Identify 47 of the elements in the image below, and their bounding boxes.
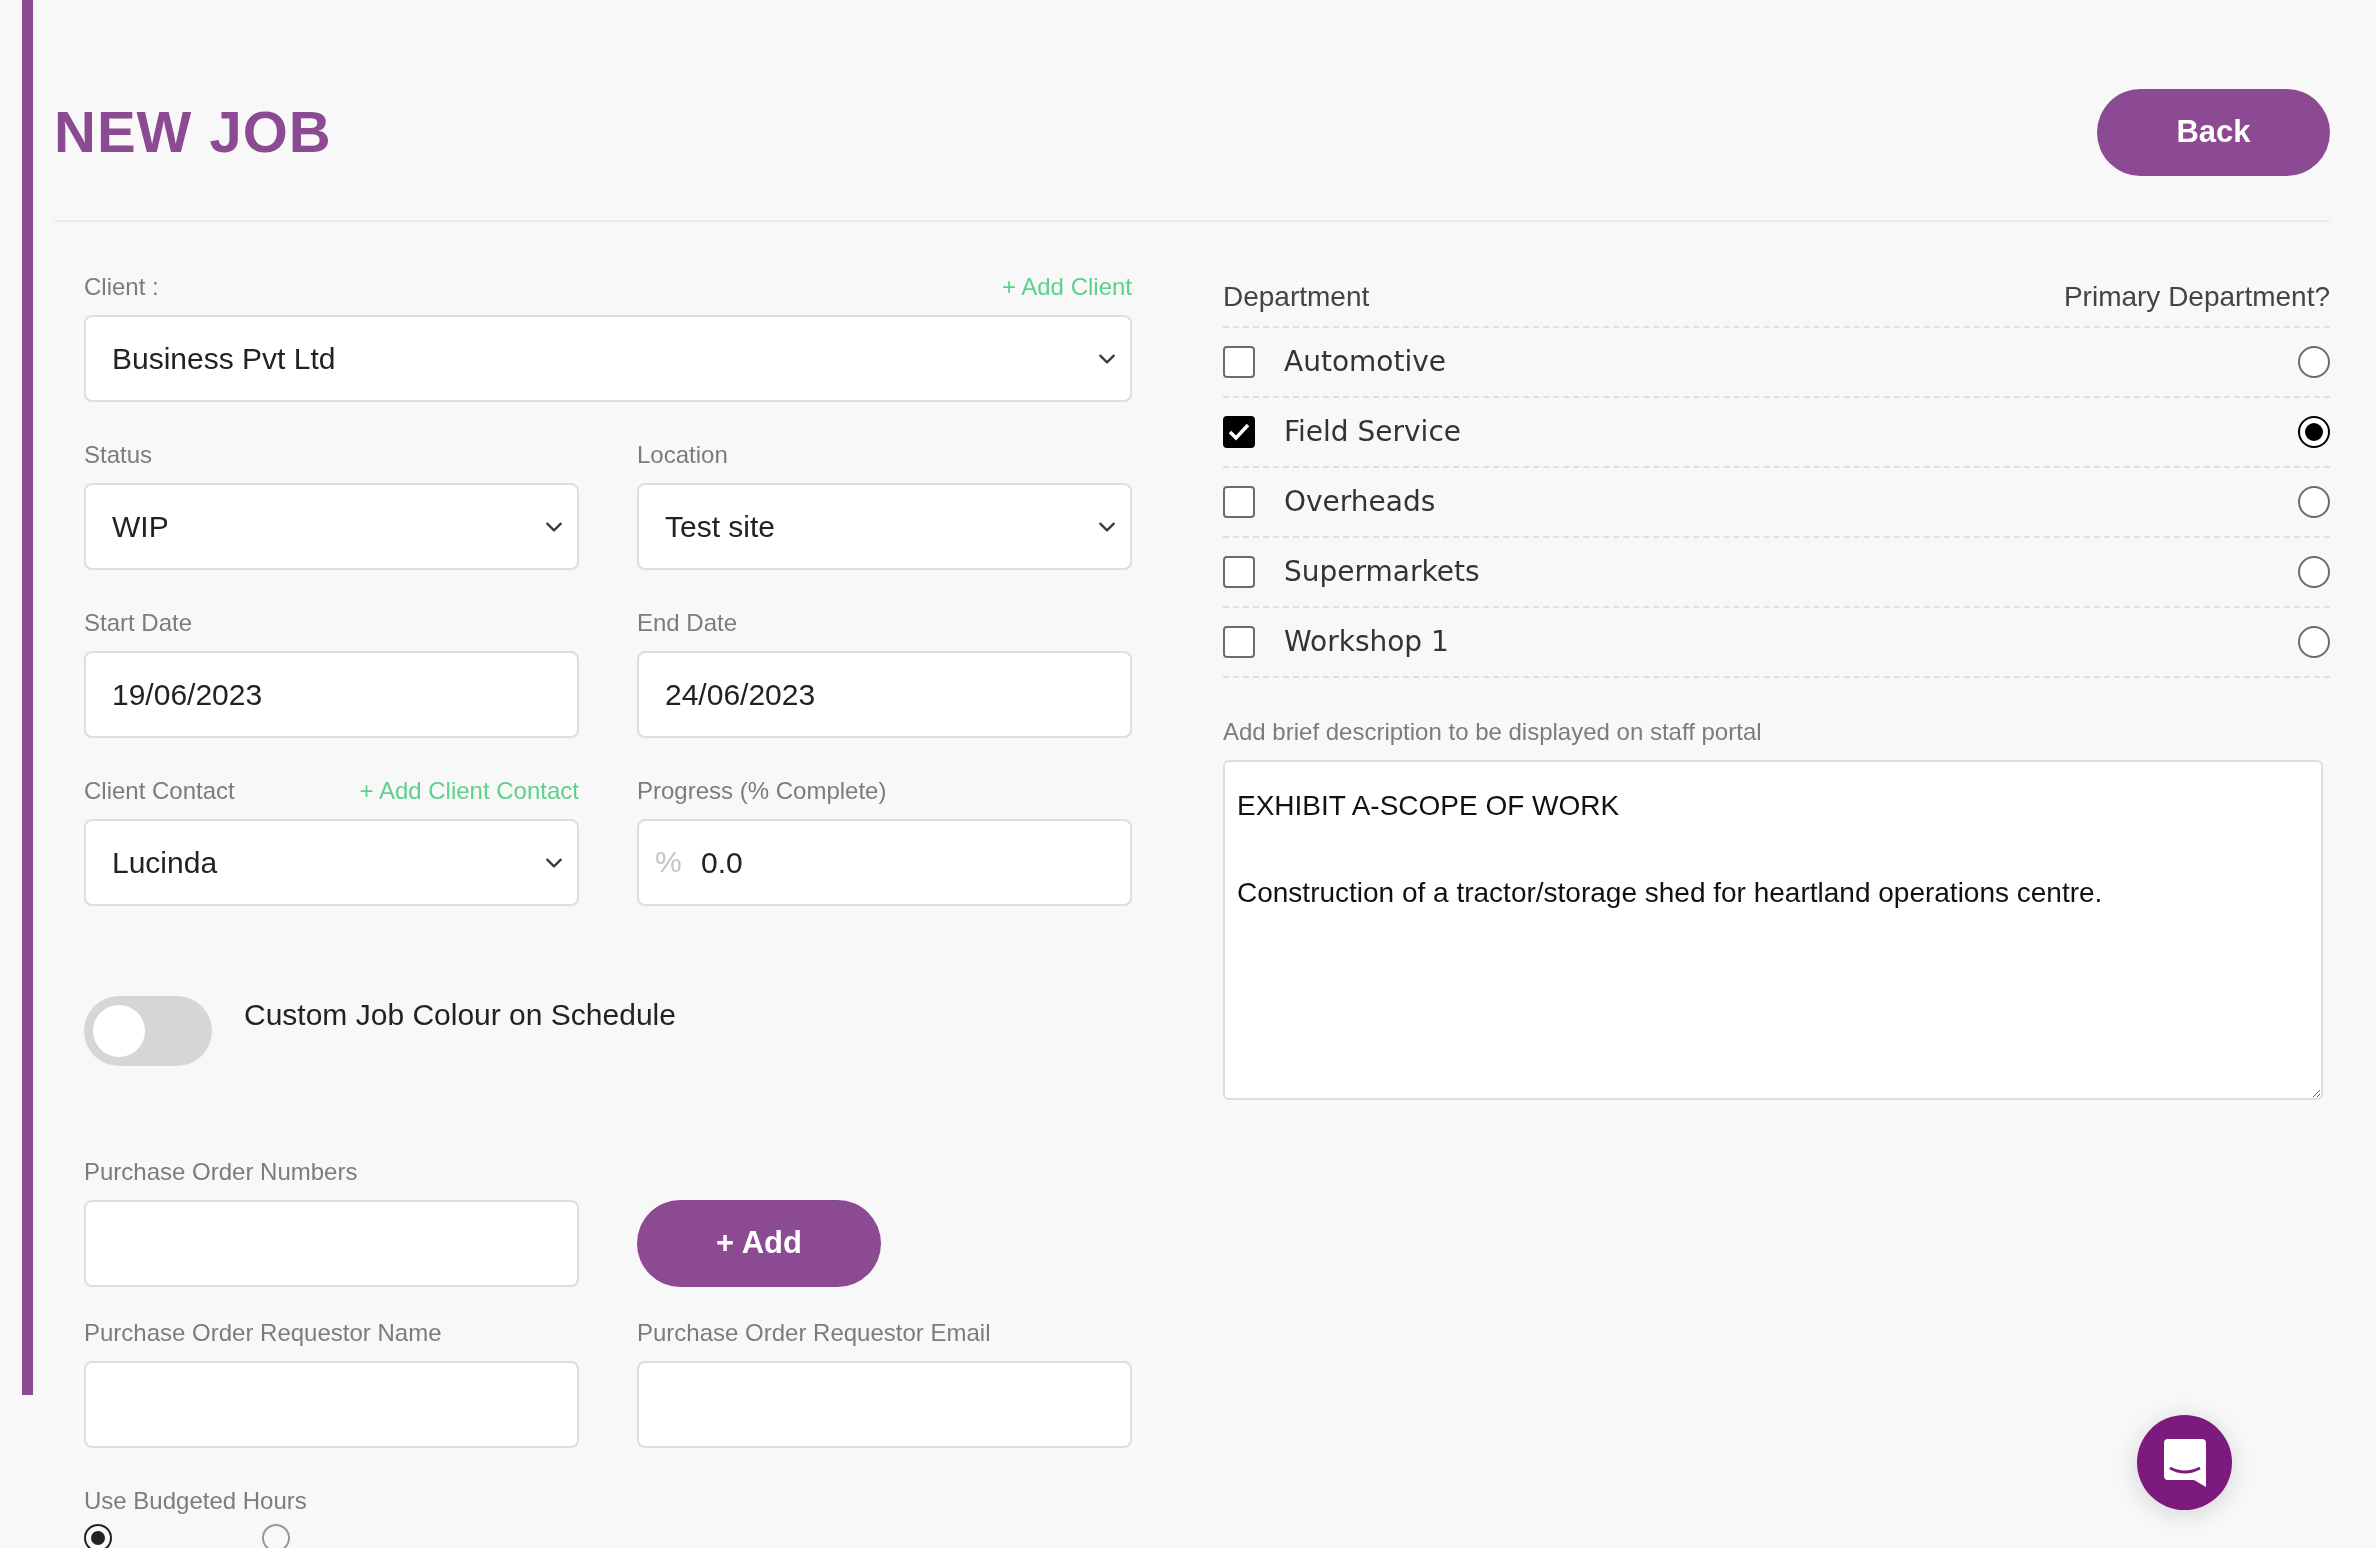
radio-button[interactable] [2298,416,2330,448]
field-label: Purchase Order Numbers [84,1157,358,1187]
department-name: Field Service [1284,414,1461,450]
checkbox[interactable] [1223,486,1255,518]
field-label: Client : [84,272,159,302]
purchase-order-field[interactable] [84,1200,579,1287]
toggle-label: Custom Job Colour on Schedule [244,997,676,1033]
radio-button[interactable] [2298,626,2330,658]
checkbox[interactable] [1223,346,1255,378]
field-label: Purchase Order Requestor Name [84,1318,442,1348]
field-label: Location [637,440,728,470]
radio-button[interactable] [262,1524,290,1548]
status-select[interactable]: WIP [84,483,579,570]
client-select[interactable]: Business Pvt Ltd [84,315,1132,402]
chat-bubble-icon [2163,1438,2206,1487]
percent-sign: % [655,845,682,879]
requestor-name-field[interactable] [84,1361,579,1448]
requestor-email-field[interactable] [637,1361,1132,1448]
department-name: Overheads [1284,484,1436,520]
department-name: Workshop 1 [1284,624,1449,660]
checkbox[interactable] [1223,626,1255,658]
field-label: Add brief description to be displayed on staff portal [1223,717,1763,747]
field-label: Status [84,440,153,470]
field-label: Start Date [84,608,193,638]
department-name: Supermarkets [1284,554,1480,590]
client-contact-select[interactable]: Lucinda [84,819,579,906]
field-label: End Date [637,608,738,638]
radio-button[interactable] [2298,346,2330,378]
column-header: Primary Department? [2063,280,2330,314]
end-date-field[interactable]: 24/06/2023 [637,651,1132,738]
page-title: NEW JOB [54,98,332,167]
back-button[interactable]: Back [2097,88,2330,176]
radio-button[interactable] [2298,486,2330,518]
add-button[interactable]: + Add [637,1200,881,1287]
description-field[interactable]: EXHIBIT A-SCOPE OF WORK Construction of a tractor/storage shed for heartland operations centre. [1223,760,2323,1100]
checkbox[interactable] [1223,416,1255,448]
column-header: Department [1223,280,1370,314]
checkbox[interactable] [1223,556,1255,588]
department-name: Automotive [1284,344,1446,380]
field-label: Progress (% Complete) [637,776,887,806]
field-label: Purchase Order Requestor Email [637,1318,991,1348]
field-label: Client Contact [84,776,235,806]
start-date-field[interactable]: 19/06/2023 [84,651,579,738]
field-label: Use Budgeted Hours [84,1486,307,1516]
location-select[interactable]: Test site [637,483,1132,570]
radio-button[interactable] [84,1524,112,1548]
radio-button[interactable] [2298,556,2330,588]
